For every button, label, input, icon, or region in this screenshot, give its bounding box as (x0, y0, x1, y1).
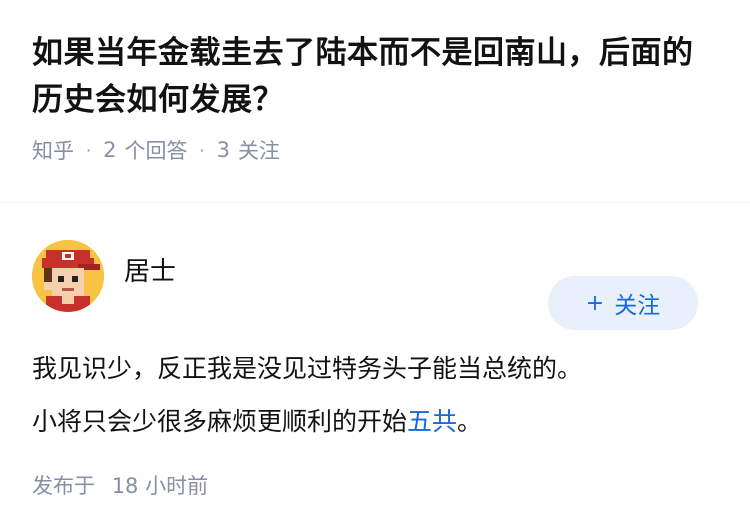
follow-count: 3 (216, 138, 230, 162)
content-line: 我见识少，反正我是没见过特务头子能当总统的。 (32, 354, 583, 383)
author-name[interactable]: 居士 (124, 251, 176, 288)
publish-info: 发布于 18 小时前 (32, 470, 718, 500)
answer-count: 2 (103, 138, 117, 162)
question-meta: 知乎 · 2 个回答 · 3 关注 (32, 135, 718, 165)
content-text: 。 (457, 407, 483, 436)
follow-count-label[interactable]: 关注 (238, 135, 280, 165)
meta-separator: · (86, 140, 92, 160)
publish-label: 发布于 (32, 474, 95, 498)
follow-button-label: 关注 (614, 293, 661, 319)
content-line: 小将只会少很多麻烦更顺利的开始五共。 (32, 395, 718, 448)
answer-count-label[interactable]: 个回答 (124, 135, 187, 165)
publish-time: 18 小时前 (111, 474, 209, 498)
follow-button[interactable]: + 关注 (548, 276, 698, 330)
plus-icon: + (585, 290, 605, 316)
content-text: 小将只会少很多麻烦更顺利的开始 (32, 407, 408, 436)
question-title[interactable]: 如果当年金载圭去了陆本而不是回南山，后面的历史会如何发展？ (32, 30, 718, 124)
question-header: 如果当年金载圭去了陆本而不是回南山，后面的历史会如何发展？ 知乎 · 2 个回答… (0, 0, 750, 170)
answer-content: 我见识少，反正我是没见过特务头子能当总统的。 小将只会少很多麻烦更顺利的开始五共… (32, 342, 718, 448)
topic-link[interactable]: 五共 (407, 407, 457, 436)
section-divider (0, 202, 750, 203)
avatar[interactable] (32, 240, 104, 312)
pixel-avatar-icon (32, 240, 104, 312)
answer-card: 居士 + 关注 我见识少，反正我是没见过特务头子能当总统的。 小将只会少很多麻烦… (0, 236, 750, 500)
meta-separator: · (199, 140, 205, 160)
source-label[interactable]: 知乎 (32, 135, 74, 165)
